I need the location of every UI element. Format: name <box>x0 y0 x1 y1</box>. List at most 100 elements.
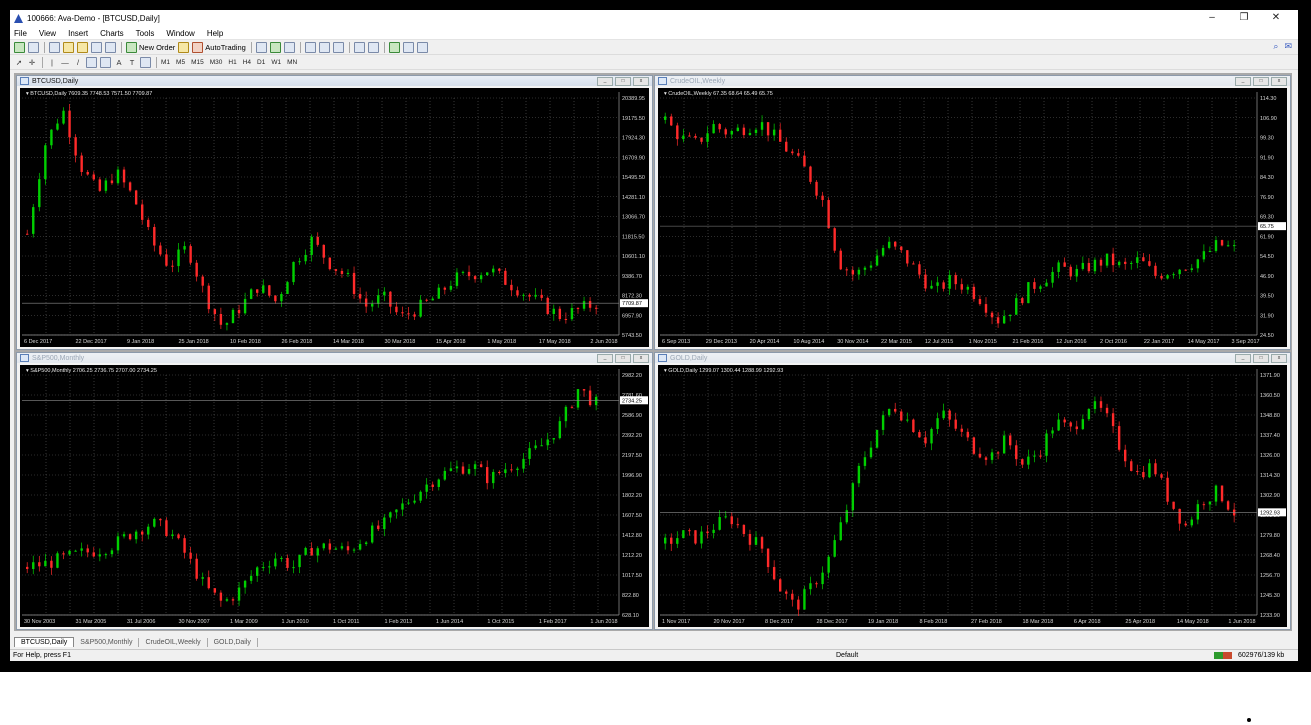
menu-file[interactable]: File <box>14 29 27 38</box>
autotrading-button[interactable]: AutoTrading <box>192 41 246 53</box>
candle-body <box>1148 463 1151 478</box>
zoom-out-button[interactable] <box>318 41 330 53</box>
candle-body <box>340 546 344 549</box>
chat-icon[interactable]: ✉ <box>1284 41 1292 52</box>
candle-body <box>159 518 162 521</box>
vertical-line-button[interactable]: | <box>47 57 57 68</box>
chart-close-button[interactable]: x <box>633 77 649 86</box>
period-mn[interactable]: MN <box>287 59 297 66</box>
line-chart-button[interactable] <box>283 41 295 53</box>
candle-body <box>62 553 65 555</box>
chart-minimize-button[interactable]: _ <box>1235 354 1251 363</box>
period-h4[interactable]: H4 <box>243 59 251 66</box>
price-chart[interactable]: 2982.20 2781.60 2586.90 2392.20 2197.50 1996.… <box>20 365 649 627</box>
crosshair-button[interactable]: ✛ <box>27 57 37 68</box>
period-m30[interactable]: M30 <box>210 59 223 66</box>
tab-btcusd[interactable]: BTCUSD,Daily <box>14 637 75 647</box>
tab-sp500[interactable]: S&P500,Monthly <box>74 638 140 647</box>
tab-gold[interactable]: GOLD,Daily <box>208 638 258 647</box>
price-axis-label: 628.10 <box>622 613 639 619</box>
tile-windows-button[interactable] <box>332 41 344 53</box>
zoom-in-button[interactable] <box>304 41 316 53</box>
chart-close-button[interactable]: x <box>1271 354 1287 363</box>
chart-shift-button[interactable] <box>353 41 365 53</box>
profiles-button[interactable] <box>28 41 39 53</box>
period-m5[interactable]: M5 <box>176 59 185 66</box>
price-axis-label: 1256.70 <box>1260 573 1280 579</box>
trendline-button[interactable]: / <box>73 57 83 68</box>
period-d1[interactable]: D1 <box>257 59 265 66</box>
candle-body <box>966 431 970 438</box>
market-watch-button[interactable] <box>49 41 60 53</box>
close-button[interactable]: ✕ <box>1260 12 1292 24</box>
text-label-button[interactable]: T <box>127 57 137 68</box>
templates-button[interactable] <box>416 41 428 53</box>
menu-charts[interactable]: Charts <box>100 29 124 38</box>
bar-chart-button[interactable] <box>255 41 267 53</box>
candle-body <box>996 452 1000 454</box>
candle-body <box>322 244 325 258</box>
auto-scroll-button[interactable] <box>367 41 379 53</box>
chart-close-button[interactable]: x <box>633 354 649 363</box>
menu-view[interactable]: View <box>39 29 56 38</box>
favorites-button[interactable] <box>77 41 88 53</box>
minimize-button[interactable]: – <box>1196 12 1228 24</box>
indicators-button[interactable] <box>388 41 400 53</box>
candle-body <box>32 207 35 234</box>
chart-minimize-button[interactable]: _ <box>597 354 613 363</box>
text-button[interactable]: A <box>114 57 124 68</box>
chart-maximize-button[interactable]: □ <box>1253 77 1269 86</box>
restore-button[interactable]: ❐ <box>1228 12 1260 24</box>
menu-tools[interactable]: Tools <box>136 29 155 38</box>
candle-body <box>1220 485 1224 502</box>
arrows-button[interactable] <box>140 56 151 68</box>
navigator-icon <box>63 41 74 53</box>
tab-crudeoil[interactable]: CrudeOIL,Weekly <box>139 638 208 647</box>
price-chart[interactable]: 1371.90 1360.50 1348.80 1337.40 1326.00 1314.… <box>658 365 1287 627</box>
candle-body <box>473 464 477 470</box>
chart-window-btcusd[interactable]: BTCUSD,Daily _ □ x 20389.95 19175.50 17924.3… <box>16 75 653 350</box>
candle-body <box>147 219 150 228</box>
period-m15[interactable]: M15 <box>191 59 204 66</box>
tester-button[interactable] <box>105 41 116 53</box>
cursor-button[interactable]: ➚ <box>14 57 24 68</box>
search-icon[interactable]: ⌕ <box>1273 41 1278 52</box>
time-axis-label: 1 Jun 2014 <box>436 619 463 625</box>
chart-window-sp500[interactable]: S&P500,Monthly _ □ x 2982.20 2781.60 2586.90… <box>16 352 653 630</box>
candlestick-button[interactable] <box>269 41 281 53</box>
channel-button[interactable] <box>86 56 97 68</box>
candle-body <box>371 303 374 307</box>
candle-body <box>582 301 586 309</box>
metaeditor-button[interactable] <box>178 41 190 53</box>
chart-minimize-button[interactable]: _ <box>1235 77 1251 86</box>
horizontal-line-button[interactable]: — <box>60 57 70 68</box>
candle-body <box>479 275 483 280</box>
terminal-button[interactable] <box>91 41 102 53</box>
menu-window[interactable]: Window <box>166 29 194 38</box>
navigator-button[interactable] <box>63 41 74 53</box>
candle-body <box>316 548 319 556</box>
chart-maximize-button[interactable]: □ <box>615 77 631 86</box>
period-m1[interactable]: M1 <box>161 59 170 66</box>
chart-close-button[interactable]: x <box>1271 77 1287 86</box>
price-chart[interactable]: 114.30 106.90 99.30 91.90 84.30 76.90 69.30 61.… <box>658 88 1287 347</box>
candle-body <box>1051 430 1054 434</box>
chart-minimize-button[interactable]: _ <box>597 77 613 86</box>
new-order-button[interactable]: New Order <box>126 41 175 53</box>
chart-window-crudeoil[interactable]: CrudeOIL,Weekly _ □ x 114.30 106.90 99.30 91.… <box>654 75 1291 350</box>
chart-maximize-button[interactable]: □ <box>615 354 631 363</box>
price-chart[interactable]: 20389.95 19175.50 17924.30 16709.90 15495.50… <box>20 88 649 347</box>
periods-button[interactable] <box>402 41 414 53</box>
price-axis-label: 24.50 <box>1260 333 1274 339</box>
period-h1[interactable]: H1 <box>228 59 236 66</box>
period-w1[interactable]: W1 <box>271 59 281 66</box>
candle-body <box>736 524 740 526</box>
fibonacci-button[interactable] <box>100 56 111 68</box>
candle-body <box>1124 261 1127 264</box>
new-chart-button[interactable] <box>14 41 25 53</box>
chart-maximize-button[interactable]: □ <box>1253 354 1269 363</box>
menu-insert[interactable]: Insert <box>68 29 88 38</box>
menu-help[interactable]: Help <box>207 29 223 38</box>
current-price-label: 7709.87 <box>622 301 642 307</box>
chart-window-gold[interactable]: GOLD,Daily _ □ x 1371.90 1360.50 1348.80 1337… <box>654 352 1291 630</box>
